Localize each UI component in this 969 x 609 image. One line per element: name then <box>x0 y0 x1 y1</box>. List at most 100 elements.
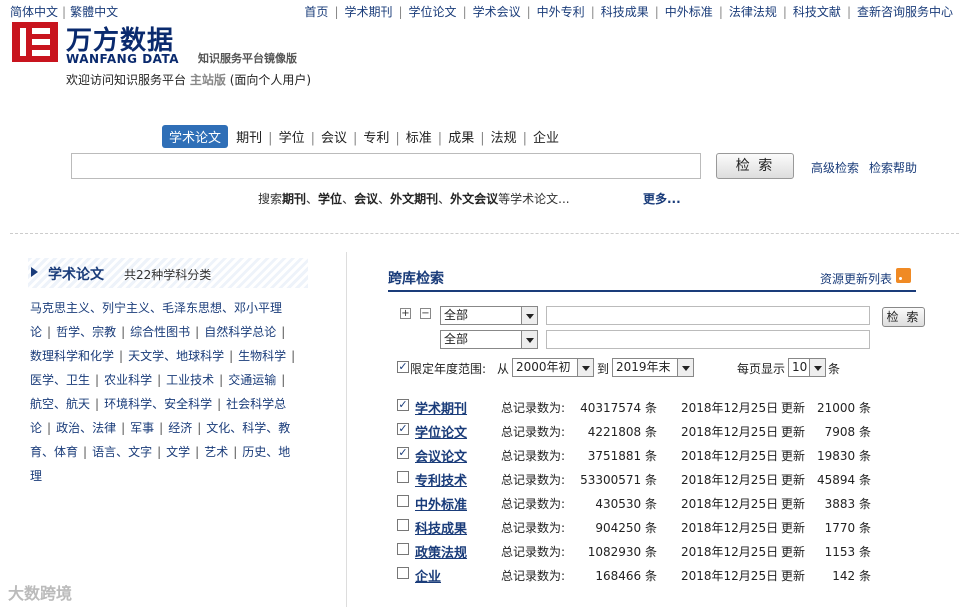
logo-text-en: WANFANG DATA <box>66 52 180 66</box>
update-label: 更新 <box>781 521 806 535</box>
year-limit-checkbox[interactable]: ✓ <box>397 361 409 373</box>
divider: | <box>157 445 162 459</box>
tab-item[interactable]: 成果 <box>444 127 478 146</box>
database-checkbox[interactable] <box>397 495 409 507</box>
to-label: 到 <box>597 362 610 376</box>
search-help-link[interactable]: 检索帮助 <box>869 159 917 176</box>
year-from-select[interactable]: 2000年初 <box>512 358 594 377</box>
tab-item[interactable]: 期刊 <box>232 127 266 146</box>
divider: | <box>95 373 100 387</box>
top-nav-item[interactable]: 科技成果 <box>601 5 649 19</box>
cross-db-search-title: 跨库检索 <box>388 271 444 287</box>
tab-item[interactable]: 学术论文 <box>162 125 229 148</box>
database-name-link[interactable]: 企业 <box>415 566 441 585</box>
search-input[interactable] <box>71 153 701 179</box>
total-label: 总记录数为: <box>501 425 566 439</box>
top-nav-item[interactable]: 中外专利 <box>537 5 585 19</box>
divider: | <box>522 131 527 146</box>
logo[interactable]: 万方数据 WANFANG DATA 知识服务平台镜像版 <box>12 20 342 70</box>
top-nav-item[interactable]: 查新咨询服务中心 <box>857 5 953 19</box>
database-checkbox[interactable] <box>397 543 409 555</box>
subject-link[interactable]: 工业技术 <box>166 373 214 387</box>
database-name-link[interactable]: 专利技术 <box>415 470 467 489</box>
record-count: 40317574 条 <box>580 401 657 415</box>
subject-link[interactable]: 军事 <box>130 421 154 435</box>
database-checkbox[interactable] <box>397 567 409 579</box>
search-hint: 搜索期刊、学位、会议、外文期刊、外文会议等学术论文... <box>258 192 570 206</box>
subject-link[interactable]: 环境科学、安全科学 <box>104 397 212 411</box>
keyword-input-2[interactable] <box>546 330 870 349</box>
database-name-link[interactable]: 学术期刊 <box>415 398 467 417</box>
update-date: 2018年12月25日 <box>681 545 779 559</box>
database-checkbox[interactable]: ✓ <box>397 399 409 411</box>
subject-link[interactable]: 语言、文字 <box>92 445 152 459</box>
subject-link[interactable]: 医学、卫生 <box>30 373 90 387</box>
top-nav-item[interactable]: 学术期刊 <box>344 5 392 19</box>
tab-item[interactable]: 法规 <box>487 127 521 146</box>
tab-item[interactable]: 企业 <box>529 127 563 146</box>
database-name-link[interactable]: 科技成果 <box>415 518 467 537</box>
subject-link[interactable]: 生物科学 <box>238 349 286 363</box>
subject-link[interactable]: 自然科学总论 <box>204 325 276 339</box>
subject-link[interactable]: 综合性图书 <box>130 325 190 339</box>
database-checkbox[interactable] <box>397 519 409 531</box>
simplified-chinese-link[interactable]: 简体中文 <box>10 5 58 19</box>
top-nav-item[interactable]: 法律法规 <box>729 5 777 19</box>
top-nav-item[interactable]: 科技文献 <box>793 5 841 19</box>
subject-link[interactable]: 航空、航天 <box>30 397 90 411</box>
database-checkbox[interactable]: ✓ <box>397 447 409 459</box>
more-link[interactable]: 更多... <box>643 190 681 207</box>
database-row: ✓ 学位论文 总记录数为: 4221808 条 2018年12月25日 更新 7908 条 <box>397 419 897 443</box>
field-select-2[interactable]: 全部 <box>440 330 538 349</box>
database-name-link[interactable]: 会议论文 <box>415 446 467 465</box>
update-count: 45894 条 <box>816 473 871 487</box>
top-nav-item[interactable]: 学位论文 <box>409 5 457 19</box>
subject-link[interactable]: 交通运输 <box>228 373 276 387</box>
top-nav-item[interactable]: 学术会议 <box>473 5 521 19</box>
rss-icon[interactable] <box>896 268 911 283</box>
collapse-minus-icon[interactable]: − <box>420 308 431 319</box>
tab-item[interactable]: 学位 <box>275 127 309 146</box>
record-count: 430530 条 <box>595 497 657 511</box>
tab-item[interactable]: 会议 <box>317 127 351 146</box>
top-nav-item[interactable]: 首页 <box>304 5 328 19</box>
top-nav-item[interactable]: 中外标准 <box>665 5 713 19</box>
academic-papers-title: 学术论文 <box>48 267 104 283</box>
divider: | <box>291 349 296 363</box>
subject-link[interactable]: 数理科学和化学 <box>30 349 114 363</box>
divider: | <box>268 131 273 146</box>
subject-link[interactable]: 哲学、宗教 <box>56 325 116 339</box>
welcome-suffix: (面向个人用户) <box>229 73 312 87</box>
tab-item[interactable]: 标准 <box>402 127 436 146</box>
per-page-select[interactable]: 10 <box>788 358 826 377</box>
per-page-label: 每页显示 <box>737 362 786 376</box>
subject-link[interactable]: 经济 <box>168 421 192 435</box>
database-checkbox[interactable]: ✓ <box>397 423 409 435</box>
search-button[interactable]: 检 索 <box>716 153 794 179</box>
database-name-link[interactable]: 政策法规 <box>415 542 467 561</box>
field-select-1[interactable]: 全部 <box>440 306 538 325</box>
database-checkbox[interactable] <box>397 471 409 483</box>
version-label: 主站版 <box>189 73 226 87</box>
year-limit-label: 限定年度范围: <box>410 362 487 376</box>
cross-db-search-button[interactable]: 检 索 <box>882 307 925 327</box>
subject-link[interactable]: 艺术 <box>204 445 228 459</box>
resource-update-list-link[interactable]: 资源更新列表 <box>820 270 892 287</box>
divider: | <box>395 131 400 146</box>
subject-link[interactable]: 天文学、地球科学 <box>128 349 224 363</box>
record-count: 904250 条 <box>595 521 657 535</box>
year-to-value: 2019年末 <box>616 360 671 374</box>
database-name-link[interactable]: 学位论文 <box>415 422 467 441</box>
field-select-1-value: 全部 <box>444 308 469 322</box>
subject-link[interactable]: 政治、法律 <box>56 421 116 435</box>
keyword-input-1[interactable] <box>546 306 870 325</box>
advanced-search-link[interactable]: 高级检索 <box>811 159 859 176</box>
tab-item[interactable]: 专利 <box>359 127 393 146</box>
database-name-link[interactable]: 中外标准 <box>415 494 467 513</box>
language-switch: 简体中文 | 繁體中文 <box>10 3 118 20</box>
expand-plus-icon[interactable]: + <box>400 308 411 319</box>
subject-link[interactable]: 农业科学 <box>104 373 152 387</box>
traditional-chinese-link[interactable]: 繁體中文 <box>70 5 118 19</box>
year-to-select[interactable]: 2019年末 <box>612 358 694 377</box>
subject-link[interactable]: 文学 <box>166 445 190 459</box>
